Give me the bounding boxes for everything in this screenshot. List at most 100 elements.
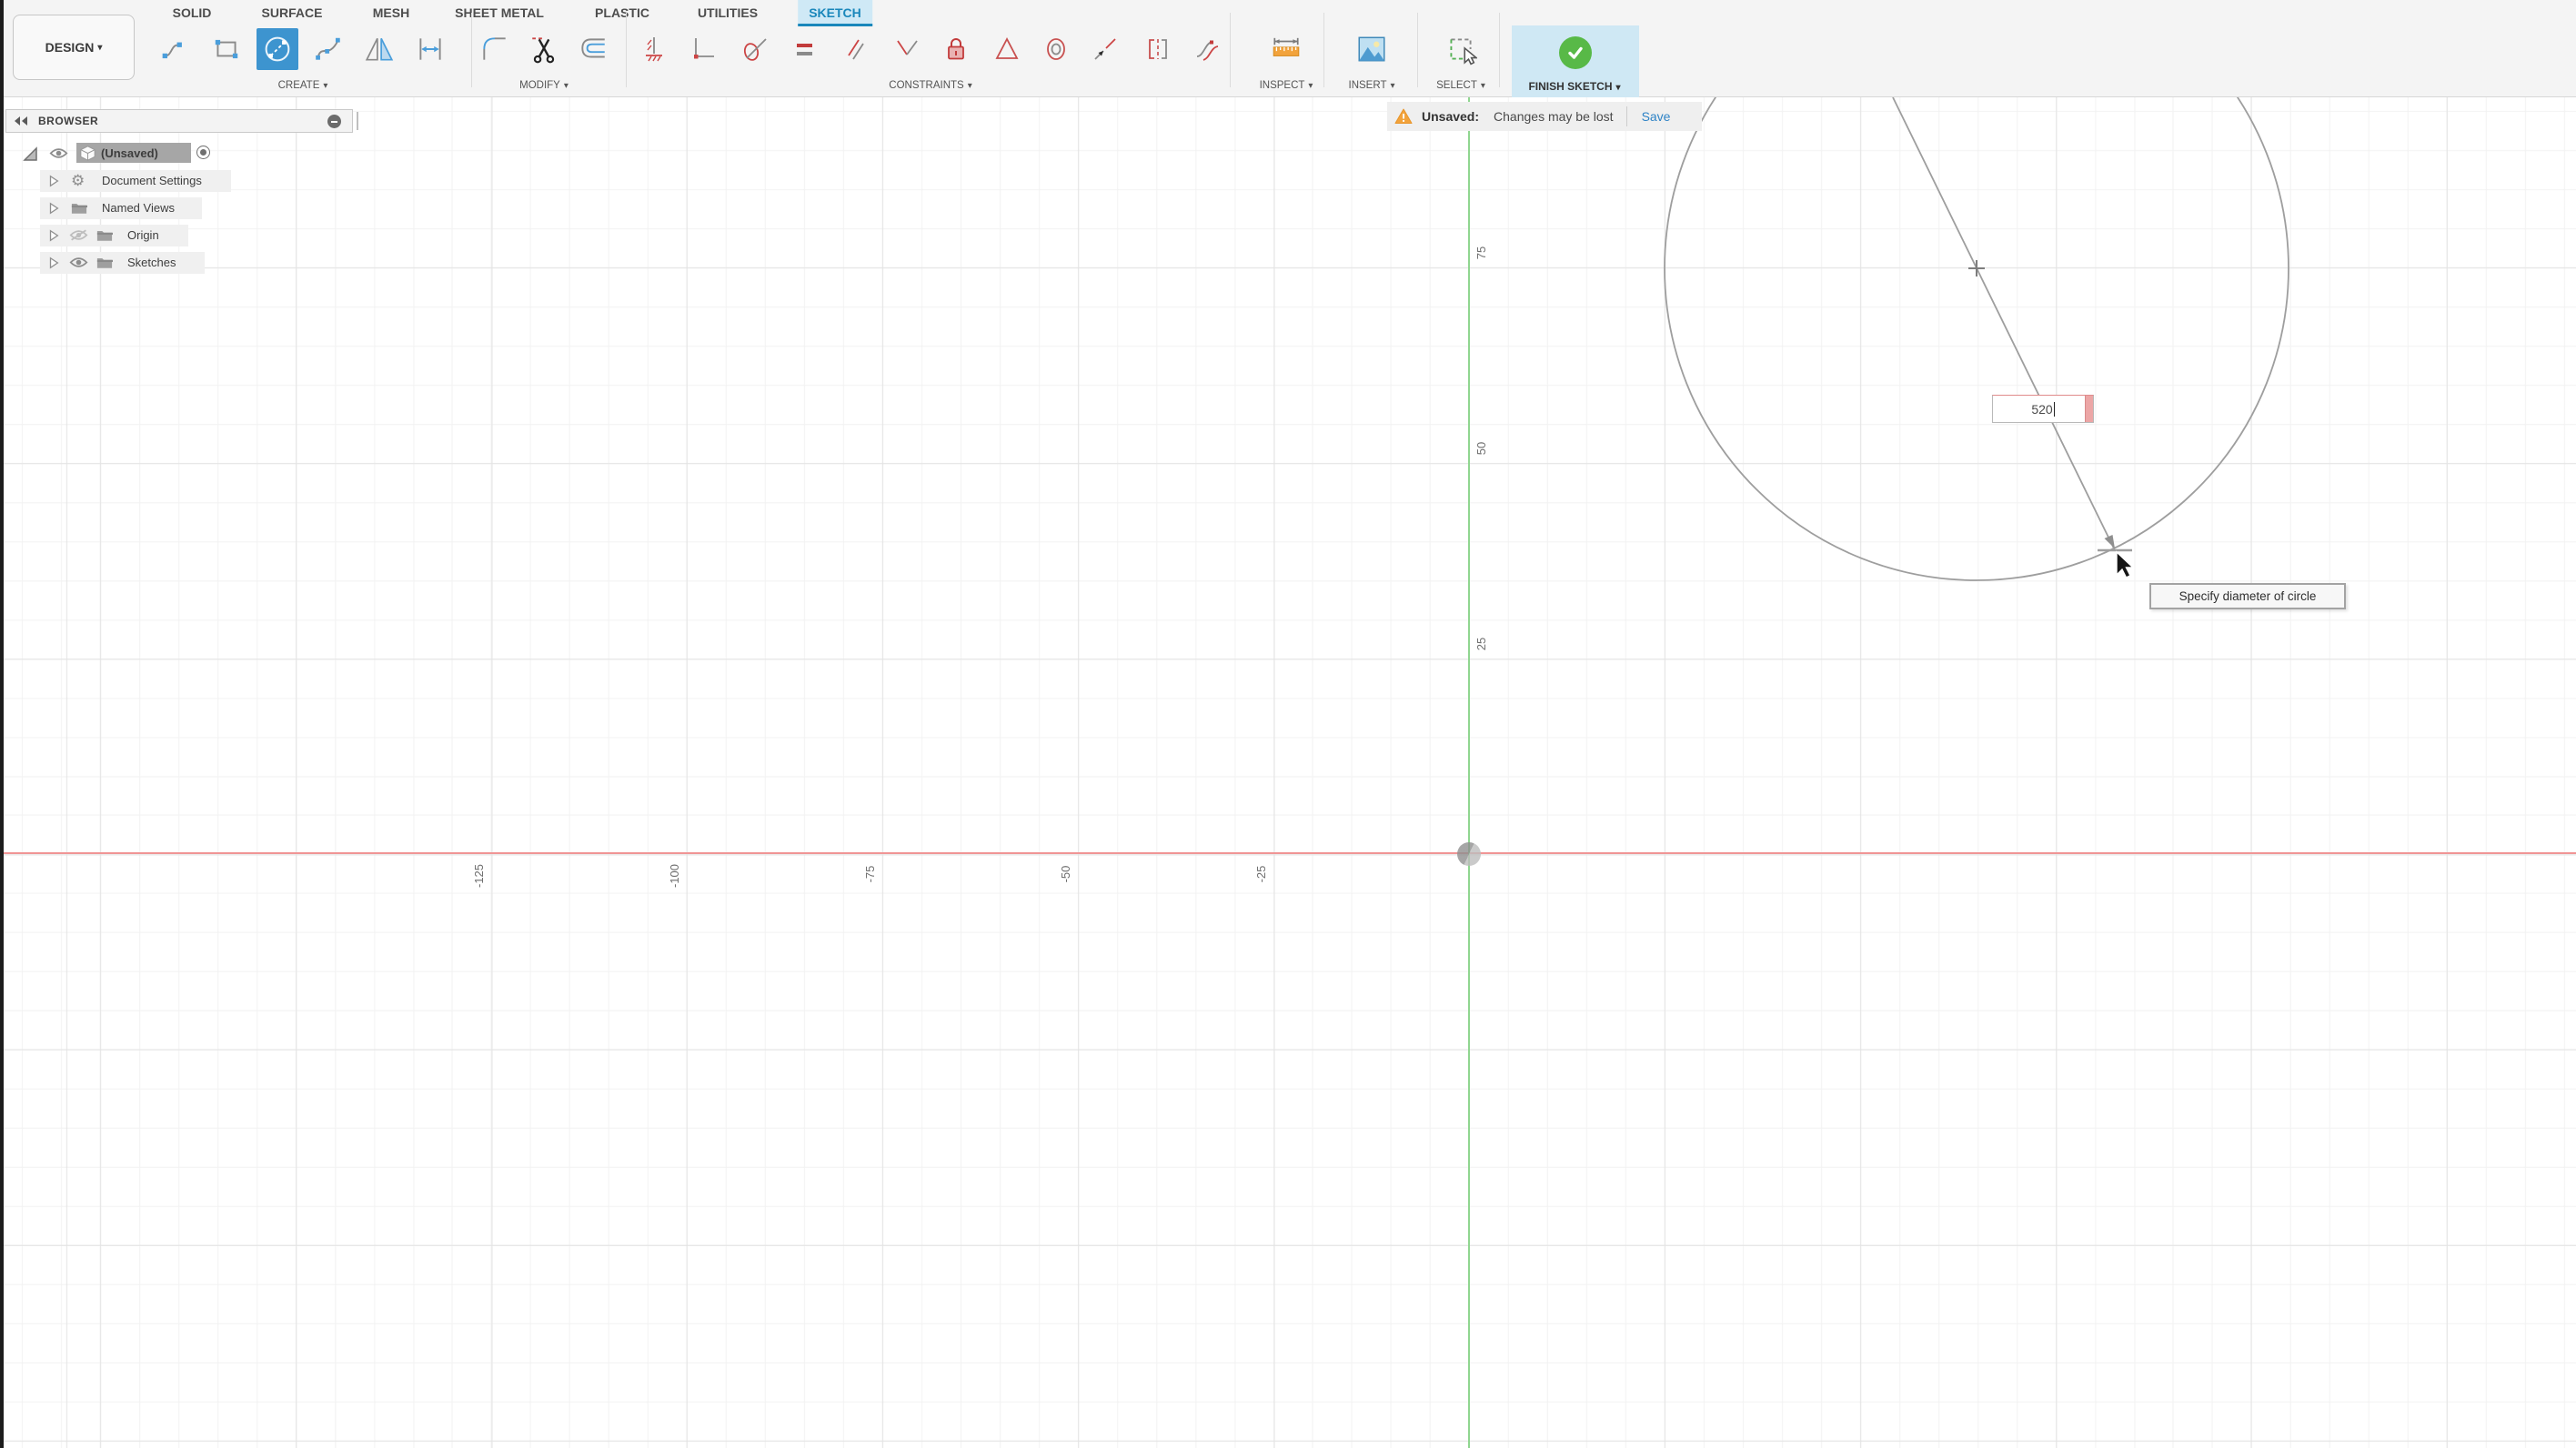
dimension-icon: [419, 38, 441, 60]
diameter-value: 520: [2031, 401, 2053, 417]
constraint-midpoint-button[interactable]: [1084, 28, 1126, 70]
sketch-circle[interactable]: [1664, 97, 2289, 581]
workspace-label: DESIGN: [45, 40, 95, 55]
collapse-panel-icon[interactable]: [14, 115, 29, 127]
inspect-group-label[interactable]: INSPECT: [1260, 80, 1313, 91]
toolbar: DESIGN SOLID SURFACE MESH SHEET METAL PL…: [0, 0, 2576, 97]
image-icon: [1358, 36, 1385, 62]
browser-item-label: Sketches: [127, 256, 176, 269]
browser-item-label: Named Views: [102, 201, 175, 215]
mirror-tool-button[interactable]: [358, 28, 400, 70]
circle-tool-button[interactable]: [257, 28, 298, 70]
select-group-label[interactable]: SELECT: [1436, 80, 1485, 91]
parallel-icon: [848, 39, 864, 60]
tab-solid[interactable]: SOLID: [162, 0, 223, 26]
dimension-tool-button[interactable]: [409, 28, 451, 70]
spline-tool-button[interactable]: [307, 28, 349, 70]
fillet-tool-button[interactable]: [474, 28, 516, 70]
lock-icon: [948, 38, 964, 60]
symmetry-icon: [1149, 39, 1167, 59]
inspect-tool-button[interactable]: [1265, 28, 1307, 70]
browser-title: BROWSER: [38, 115, 99, 127]
visibility-off-eye-icon[interactable]: [69, 228, 88, 242]
line-tool-button[interactable]: [155, 28, 196, 70]
tangent-icon: [743, 38, 767, 61]
curvature-icon: [1196, 40, 1219, 61]
line-arc-icon: [162, 42, 182, 59]
expand-arrow-icon[interactable]: [47, 175, 60, 187]
constraint-fix-button[interactable]: [935, 28, 977, 70]
constraint-perpendicular-button[interactable]: [886, 28, 928, 70]
mouse-cursor: [2116, 550, 2135, 578]
browser-item-origin[interactable]: Origin: [0, 225, 364, 246]
browser-item-named-views[interactable]: Named Views: [0, 197, 364, 219]
perpendicular-icon: [897, 40, 918, 55]
constraint-curvature-button[interactable]: [1186, 28, 1228, 70]
component-cube-icon: [80, 145, 96, 161]
remove-filter-icon[interactable]: [327, 115, 341, 128]
tab-mesh[interactable]: MESH: [362, 0, 420, 26]
browser-item-label: Document Settings: [102, 174, 202, 187]
rectangle-tool-button[interactable]: [206, 28, 247, 70]
input-accent-bar: [2085, 396, 2093, 422]
trim-tool-button[interactable]: [523, 28, 565, 70]
offset-icon: [581, 38, 605, 58]
visibility-eye-icon[interactable]: [69, 256, 88, 269]
insert-tool-button[interactable]: [1351, 28, 1393, 70]
folder-icon: [71, 204, 87, 214]
hatched-line-icon: [646, 37, 662, 62]
constraint-coincident-button[interactable]: [633, 28, 675, 70]
browser-item-document-settings[interactable]: ⚙ Document Settings: [0, 170, 364, 192]
constraint-parallel-button[interactable]: [835, 28, 877, 70]
diameter-arrowhead: [2104, 535, 2115, 548]
finish-sketch-label[interactable]: FINISH SKETCH: [1528, 80, 1620, 93]
expand-arrow-icon[interactable]: [47, 202, 60, 215]
constraints-group-label[interactable]: CONSTRAINTS: [889, 80, 971, 91]
expand-arrow-icon[interactable]: [47, 256, 60, 269]
document-chip[interactable]: (Unsaved): [76, 143, 191, 163]
fillet-icon: [483, 37, 506, 60]
select-tool-button[interactable]: [1440, 28, 1482, 70]
mirror-icon: [365, 37, 394, 61]
tab-sketch[interactable]: SKETCH: [798, 0, 872, 26]
constraint-concentric-button[interactable]: [1035, 28, 1077, 70]
constraint-tangent-button[interactable]: [733, 28, 775, 70]
activate-component-radio[interactable]: [196, 146, 210, 159]
unsaved-message: Changes may be lost: [1494, 109, 1614, 124]
browser-root-row[interactable]: (Unsaved): [0, 143, 364, 165]
visibility-eye-icon[interactable]: [49, 146, 68, 160]
constraint-equal-button[interactable]: [784, 28, 826, 70]
tab-utilities[interactable]: UTILITIES: [687, 0, 769, 26]
select-cursor-icon: [1450, 38, 1477, 65]
text-caret: [2053, 401, 2055, 417]
browser-item-sketches[interactable]: Sketches: [0, 252, 364, 274]
circle-center-mark: [1968, 260, 1985, 277]
corner-lines-icon: [694, 38, 714, 59]
folder-icon: [96, 231, 113, 241]
offset-tool-button[interactable]: [572, 28, 614, 70]
tab-sheet-metal[interactable]: SHEET METAL: [444, 0, 555, 26]
workspace-selector[interactable]: DESIGN: [13, 15, 135, 80]
modify-group-label[interactable]: MODIFY: [519, 80, 569, 91]
browser-item-label: Origin: [127, 228, 159, 242]
tooltip: Specify diameter of circle: [2149, 583, 2346, 609]
diameter-input[interactable]: 520: [1992, 395, 2094, 423]
equal-icon: [797, 44, 812, 55]
insert-group-label[interactable]: INSERT: [1349, 80, 1395, 91]
constraint-symmetry-button[interactable]: [1137, 28, 1179, 70]
browser-header: BROWSER: [5, 109, 353, 133]
constraint-triangle-button[interactable]: [986, 28, 1028, 70]
expand-corner-icon[interactable]: [22, 146, 38, 162]
browser-resize-handle[interactable]: [357, 112, 358, 130]
create-group-label[interactable]: CREATE: [278, 80, 328, 91]
gear-icon: ⚙: [71, 172, 86, 189]
window-left-edge: [0, 0, 4, 1448]
measure-ruler-icon: [1273, 37, 1300, 56]
tab-plastic[interactable]: PLASTIC: [584, 0, 660, 26]
save-link[interactable]: Save: [1642, 109, 1671, 124]
expand-arrow-icon[interactable]: [47, 229, 60, 242]
tab-surface[interactable]: SURFACE: [251, 0, 334, 26]
document-name: (Unsaved): [101, 146, 158, 160]
constraint-horizontal-vertical-button[interactable]: [682, 28, 724, 70]
finish-check-icon[interactable]: [1559, 36, 1592, 69]
